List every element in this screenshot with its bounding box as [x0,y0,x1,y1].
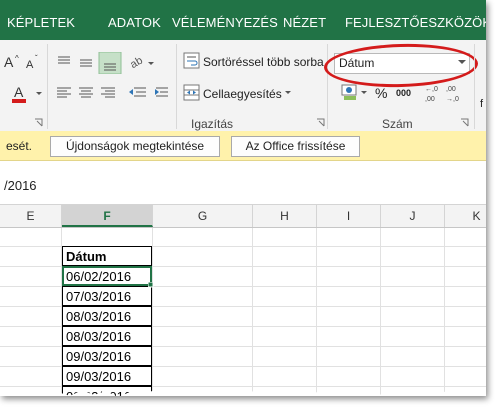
ribbon-separator [327,44,328,129]
ribbon-separator [474,44,475,129]
svg-text:A: A [14,84,24,100]
number-group-label: Szám [382,117,413,131]
gridline [252,228,253,396]
table-cell[interactable]: 07/03/2016 [62,286,152,306]
wrap-text-button[interactable]: Sortöréssel több sorba [203,55,324,69]
tab-formulas[interactable]: KÉPLETEK [7,15,75,30]
svg-text:ab: ab [128,55,145,72]
torn-edge [0,390,486,396]
svg-text:ˇ: ˇ [35,54,38,63]
column-header-f[interactable]: F [62,205,153,227]
column-header-i[interactable]: I [317,205,381,227]
tab-developer[interactable]: FEJLESZTŐESZKÖZÖK [345,15,486,30]
svg-text:→,0: →,0 [446,96,459,103]
svg-text:←,0: ←,0 [425,86,438,93]
column-header-k[interactable]: K [445,205,486,227]
ribbon-separator [47,44,48,129]
column-header-j[interactable]: J [381,205,445,227]
svg-text:,00: ,00 [446,86,456,93]
alignment-dialog-launcher-icon[interactable] [316,118,326,128]
formula-value: /2016 [4,178,37,193]
font-color-icon[interactable]: A [10,84,46,104]
comma-style-button[interactable]: 000 [396,88,411,98]
formula-bar[interactable]: /2016 [0,161,486,205]
ribbon-separator [176,44,177,129]
cell-f-header[interactable]: Dátum [62,246,152,266]
horizontal-align-icons[interactable] [55,84,121,102]
tab-data[interactable]: ADATOK [108,15,161,30]
table-cell[interactable]: 09/03/2016 [62,366,152,386]
message-text: esét. [6,139,33,153]
merge-center-icon[interactable] [183,84,201,102]
vertical-align-icons[interactable] [55,52,123,74]
office-update-button[interactable]: Az Office frissítése [231,136,360,157]
font-size-increase-icon[interactable]: A ^ A ˇ [4,52,46,72]
percent-style-button[interactable]: % [375,85,387,101]
column-header-g[interactable]: G [153,205,253,227]
svg-text:,00: ,00 [425,96,435,103]
fill-handle[interactable] [148,282,154,288]
table-cell[interactable]: 08/03/2016 [62,306,152,326]
tab-review[interactable]: VÉLEMÉNYEZÉS [172,15,278,30]
font-dialog-launcher-icon[interactable] [34,118,44,128]
decimal-icons[interactable]: ←,0 ,00 ,00 →,0 [424,82,464,104]
table-cell[interactable]: 09/03/2016 [62,346,152,366]
svg-text:^: ^ [15,54,19,63]
indent-icons[interactable] [128,84,176,102]
gridline [152,228,153,396]
gridline [444,228,445,396]
alignment-group-label: Igazítás [191,117,234,131]
chevron-down-icon[interactable] [284,89,294,97]
tab-view[interactable]: NÉZET [283,15,326,30]
column-header-e[interactable]: E [0,205,62,227]
wrap-text-icon[interactable] [183,52,201,70]
ribbon-tabs: KÉPLETEK ADATOK VÉLEMÉNYEZÉS NÉZET FEJLE… [0,0,486,40]
table-cell[interactable]: 08/03/2016 [62,326,152,346]
svg-text:A: A [26,59,34,71]
cell-f-active[interactable]: 06/02/2016 [62,266,152,286]
svg-text:A: A [4,54,14,70]
accounting-format-icon[interactable] [340,82,370,104]
column-header-h[interactable]: H [253,205,317,227]
partial-ribbon-label: f [480,98,484,110]
number-dialog-launcher-icon[interactable] [460,118,470,128]
gridline [316,228,317,396]
excel-window: KÉPLETEK ADATOK VÉLEMÉNYEZÉS NÉZET FEJLE… [0,0,486,396]
gridline [380,228,381,396]
whats-new-button[interactable]: Újdonságok megtekintése [50,136,220,157]
merge-center-button[interactable]: Cellaegyesítés [203,87,282,101]
orientation-icon[interactable]: ab [128,52,158,72]
